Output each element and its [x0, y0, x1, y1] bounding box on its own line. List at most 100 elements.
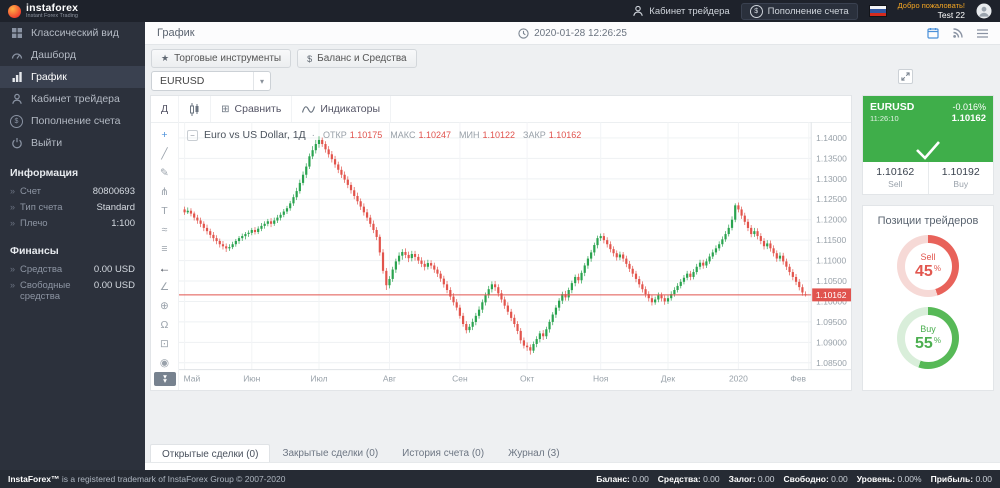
avatar-icon[interactable] [976, 3, 992, 19]
finance-row-funds: » Средства 0.00 USD [0, 262, 145, 278]
compare-label: Сравнить [235, 103, 282, 115]
legend-separator: · [312, 130, 315, 141]
chart-card: Д ⊞ Сравнить Индикаторы ▾ ▾ +╱✎⋔T≈≡←∠⊕Ω⊡… [150, 95, 852, 391]
trader-cabinet-link[interactable]: Кабинет трейдера [632, 5, 729, 17]
stat-funds: Средства: 0.00 [658, 474, 720, 484]
instaforex-logo-icon [8, 5, 21, 18]
indicators-button[interactable]: Индикаторы [292, 96, 391, 122]
page-title: График [157, 27, 195, 39]
magnet-icon[interactable]: Ω [151, 315, 178, 334]
trend-line-icon[interactable]: ╱ [151, 144, 178, 163]
chevron-right-icon: » [10, 202, 15, 213]
sidebar-item-logout[interactable]: Выйти [0, 132, 145, 154]
sell-button[interactable]: 1.10162 Sell [863, 162, 928, 194]
text-icon[interactable]: T [151, 201, 178, 220]
sidebar-item-label: Пополнение счета [31, 115, 121, 127]
brush-icon[interactable]: ✎ [151, 163, 178, 182]
high-value: 1.10247 [418, 130, 451, 140]
chart-toolbar: Д ⊞ Сравнить Индикаторы [151, 96, 851, 123]
balance-funds-button[interactable]: $ Баланс и Средства [297, 49, 417, 68]
trading-instruments-button[interactable]: ★ Торговые инструменты [151, 49, 291, 68]
dollar-icon: $ [750, 5, 763, 18]
russian-flag-icon[interactable] [869, 5, 887, 17]
expand-chart-button[interactable] [898, 69, 913, 84]
quote-card: EURUSD -0.016% 11:26:10 1.10162 1.10162 … [862, 95, 994, 195]
brand-tagline: Instant Forex Trading [26, 14, 78, 20]
menu-icon[interactable] [977, 29, 988, 38]
crosshair-icon[interactable]: + [151, 125, 178, 144]
stat-level: Уровень: 0.00% [857, 474, 922, 484]
info-row-account: » Счет 80800693 [0, 184, 145, 200]
page-header: График 2020-01-28 12:26:25 [145, 22, 1000, 45]
top-bar: instaforex Instant Forex Trading Кабинет… [0, 0, 1000, 22]
symbol-select[interactable]: EURUSD ▾ [151, 71, 271, 91]
sidebar-item-trader-cabinet[interactable]: Кабинет трейдера [0, 88, 145, 110]
chevron-down-icon: ▾ [253, 72, 270, 90]
svg-text:Дек: Дек [661, 374, 675, 384]
arrow-icon[interactable]: ← [151, 258, 178, 277]
chart-type-selector[interactable] [179, 96, 211, 122]
sidebar-item-classic-view[interactable]: Классический вид [0, 22, 145, 44]
legend-collapse-icon[interactable]: − [187, 130, 198, 141]
sidebar-item-label: График [31, 71, 67, 83]
brand-name: instaforex [26, 3, 78, 14]
check-icon [863, 139, 993, 161]
info-value: 80800693 [93, 186, 135, 198]
finance-value: 0.00 USD [94, 264, 135, 276]
datetime-text: 2020-01-28 12:26:25 [534, 28, 627, 39]
chart-legend: − Euro vs US Dollar, 1Д · ОТКР 1.10175 М… [187, 129, 581, 141]
deposit-button[interactable]: $ Пополнение счета [741, 3, 858, 20]
toolbar-collapse-button[interactable]: ▾ ▾ [154, 372, 176, 386]
footer: InstaForex™ is a registered trademark of… [0, 470, 1000, 488]
close-value: 1.10162 [549, 130, 582, 140]
balance-funds-label: Баланс и Средства [317, 53, 407, 64]
sell-price: 1.10162 [876, 166, 914, 179]
fib-retracement-icon[interactable]: ≡ [151, 239, 178, 258]
footer-copyright: InstaForex™ is a registered trademark of… [8, 474, 285, 484]
stat-balance: Баланс: 0.00 [596, 474, 649, 484]
zoom-in-icon[interactable]: ⊕ [151, 296, 178, 315]
buy-label: Buy [953, 179, 968, 190]
chart-body: ▾ ▾ +╱✎⋔T≈≡←∠⊕Ω⊡◉ 1.085001.090001.095001… [151, 122, 851, 390]
measure-icon[interactable]: ∠ [151, 277, 178, 296]
pitchfork-icon[interactable]: ⋔ [151, 182, 178, 201]
info-row-account-type: » Тип счета Standard [0, 200, 145, 216]
svg-text:1.10500: 1.10500 [816, 276, 847, 286]
drawing-toolbar: ▾ ▾ +╱✎⋔T≈≡←∠⊕Ω⊡◉ [151, 122, 179, 390]
lock-icon[interactable]: ⊡ [151, 334, 178, 353]
calendar-icon[interactable] [927, 27, 939, 39]
svg-text:Сен: Сен [452, 374, 468, 384]
info-value: Standard [96, 202, 135, 214]
sidebar-item-dashboard[interactable]: Дашборд [0, 44, 145, 66]
percent-sign: % [934, 337, 941, 345]
buy-button[interactable]: 1.10192 Buy [928, 162, 994, 194]
compare-button[interactable]: ⊞ Сравнить [211, 96, 292, 122]
svg-text:1.12500: 1.12500 [816, 194, 847, 204]
low-value: 1.10122 [482, 130, 515, 140]
chevron-right-icon: » [10, 218, 15, 229]
chevron-down-icon: ▾ [163, 379, 167, 384]
xabcd-pattern-icon[interactable]: ≈ [151, 220, 178, 239]
rss-icon[interactable] [952, 27, 964, 39]
chevron-right-icon: » [10, 280, 15, 291]
candlestick-chart[interactable]: 1.085001.090001.095001.100001.105001.110… [179, 122, 851, 390]
sidebar-item-deposit[interactable]: $ Пополнение счета [0, 110, 145, 132]
person-icon [11, 93, 23, 105]
svg-text:2020: 2020 [729, 374, 748, 384]
svg-text:Июл: Июл [310, 374, 327, 384]
quote-price: 1.10162 [952, 113, 986, 124]
instaforex-logo[interactable]: instaforex Instant Forex Trading [0, 3, 145, 20]
info-label: Тип счета [20, 202, 91, 214]
interval-selector[interactable]: Д [151, 96, 179, 122]
positions-title: Позиции трейдеров [863, 206, 993, 232]
sell-percent: 45 [915, 264, 933, 280]
welcome-block: Добро пожаловать! Test 22 [898, 1, 965, 20]
chevron-right-icon: » [10, 186, 15, 197]
clock-icon [518, 28, 529, 39]
compare-icon: ⊞ [221, 104, 229, 115]
grid-icon [11, 27, 23, 39]
sidebar-item-chart[interactable]: График [0, 66, 145, 88]
hide-all-icon[interactable]: ◉ [151, 353, 178, 372]
sidebar-item-label: Дашборд [31, 49, 76, 61]
finance-section-header: Финансы [0, 232, 145, 262]
